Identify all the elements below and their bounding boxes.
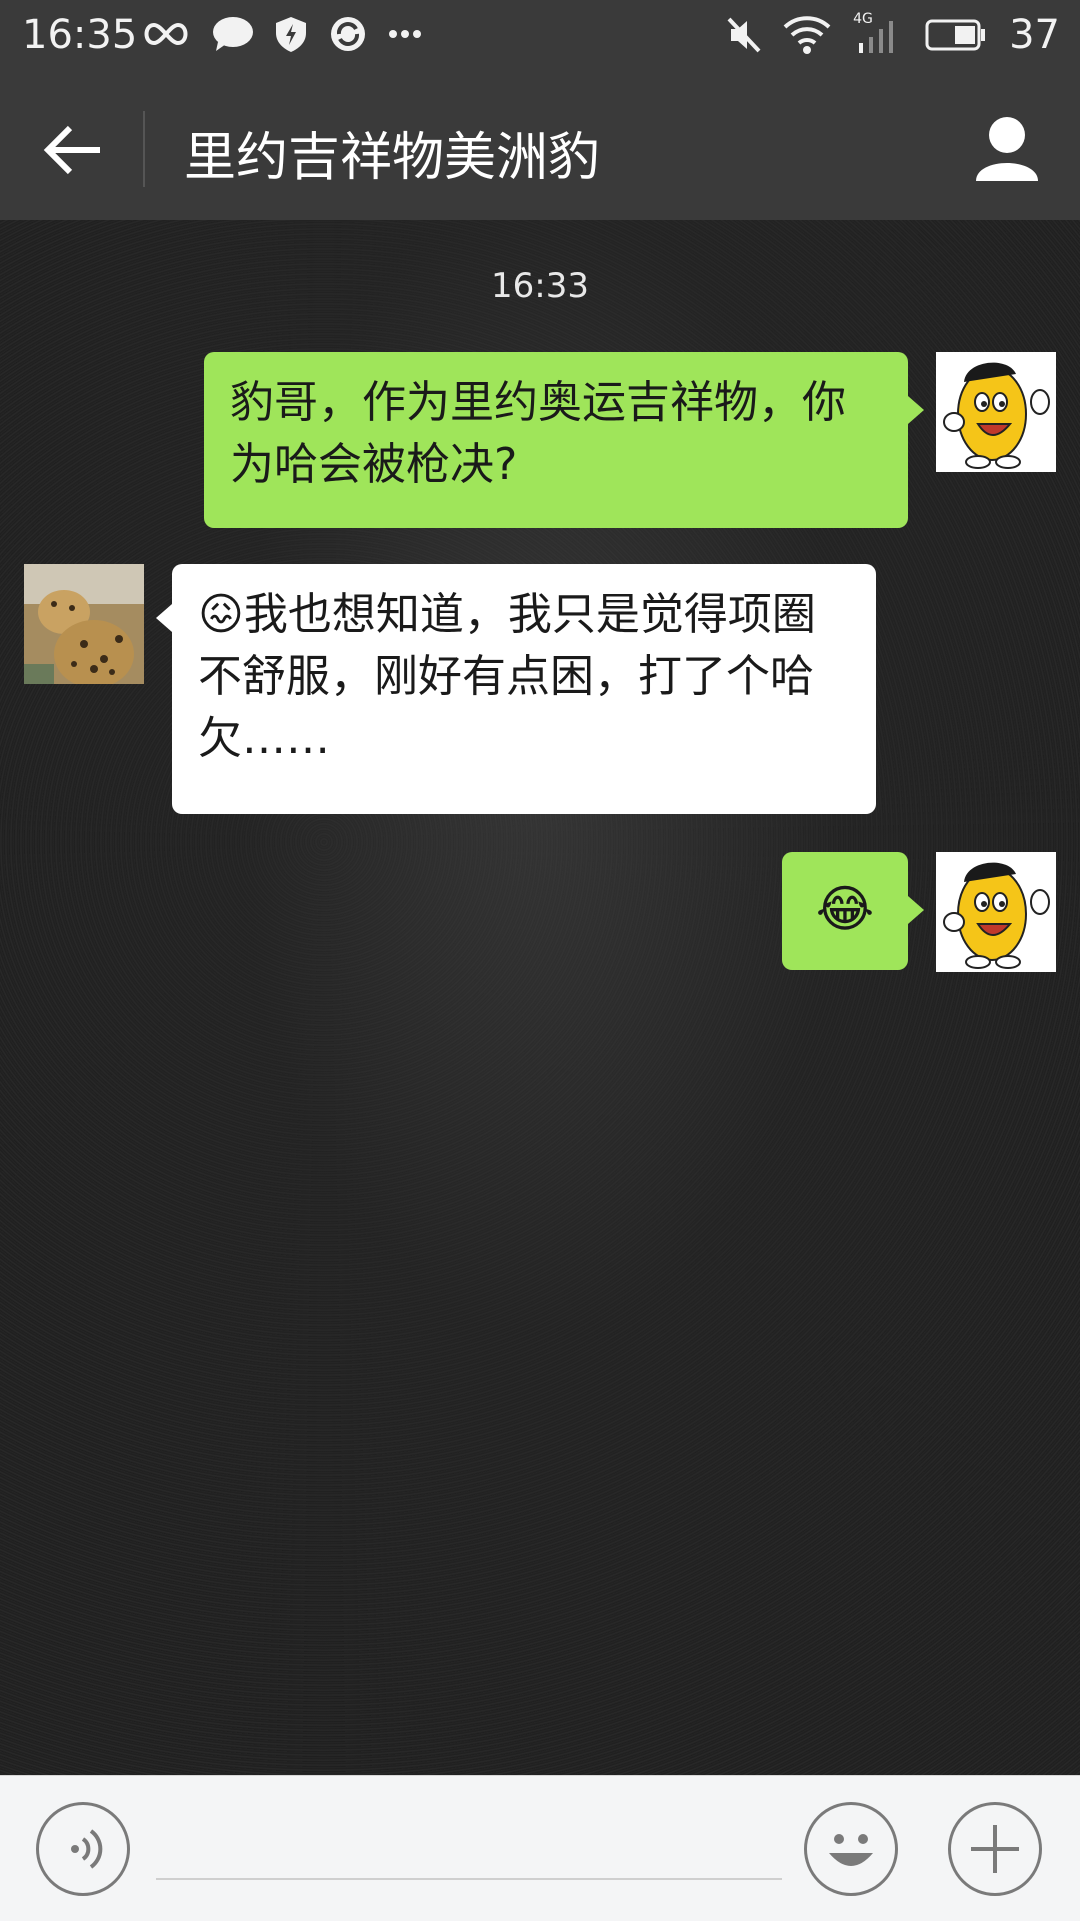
system-icons: 4G 37 [727, 11, 1060, 58]
status-bar: 16:35 4G 37 [0, 0, 1080, 75]
bubble-tail [908, 396, 924, 424]
voice-button[interactable] [36, 1802, 130, 1896]
message-emoji: 😖 [198, 589, 244, 640]
message-bubble-sent[interactable]: 😂 [782, 852, 908, 970]
sync-icon [331, 17, 365, 51]
message-input[interactable] [156, 1816, 782, 1880]
message-bubble-sent[interactable]: 豹哥，作为里约奥运吉祥物，你为哈会被枪决? [204, 352, 908, 528]
message-bubble-received[interactable]: 😖我也想知道，我只是觉得项圈不舒服，刚好有点困，打了个哈欠…… [172, 564, 876, 814]
plus-icon [971, 1825, 1019, 1873]
more-icon [389, 30, 421, 38]
chat-title: 里约吉祥物美洲豹 [184, 128, 601, 188]
input-bar [0, 1775, 1080, 1921]
message-emoji: 😂 [815, 880, 875, 938]
more-options-button[interactable] [948, 1802, 1042, 1896]
avatar-me[interactable] [936, 852, 1056, 972]
avatar-me[interactable] [936, 352, 1056, 472]
message-text: 豹哥，作为里约奥运吉祥物，你为哈会被枪决? [230, 377, 846, 490]
wifi-icon [783, 16, 831, 54]
voice-icon [71, 1829, 103, 1869]
avatar-jaguar[interactable] [24, 564, 144, 684]
bubble-tail [908, 896, 924, 924]
back-arrow-icon[interactable] [40, 115, 110, 185]
battery-icon [925, 19, 986, 51]
notification-icons [140, 14, 422, 54]
battery-level: 37 [1009, 12, 1060, 58]
emoji-button[interactable] [804, 1802, 898, 1896]
message-timestamp: 16:33 [491, 266, 589, 306]
infinity-icon [144, 22, 188, 46]
chat-area[interactable]: 16:33 豹哥，作为里约奥运吉祥物，你为哈会被枪决? 😖我也想知道，我只是觉得… [0, 220, 1080, 1775]
bubble-tail [156, 604, 172, 632]
chat-icon [213, 17, 253, 51]
chat-header: 里约吉祥物美洲豹 [0, 75, 1080, 220]
header-divider [143, 111, 145, 187]
potato-mascot-icon [936, 852, 1056, 972]
profile-icon[interactable] [972, 113, 1042, 183]
smiley-icon [829, 1834, 873, 1866]
status-time: 16:35 [22, 12, 138, 58]
signal-icon: 4G [853, 11, 903, 55]
message-text: 我也想知道，我只是觉得项圈不舒服，刚好有点困，打了个哈欠…… [198, 589, 816, 764]
potato-mascot-icon [936, 352, 1056, 472]
shield-icon [276, 17, 306, 52]
jaguar-photo-icon [24, 564, 144, 684]
mute-icon [727, 17, 761, 53]
